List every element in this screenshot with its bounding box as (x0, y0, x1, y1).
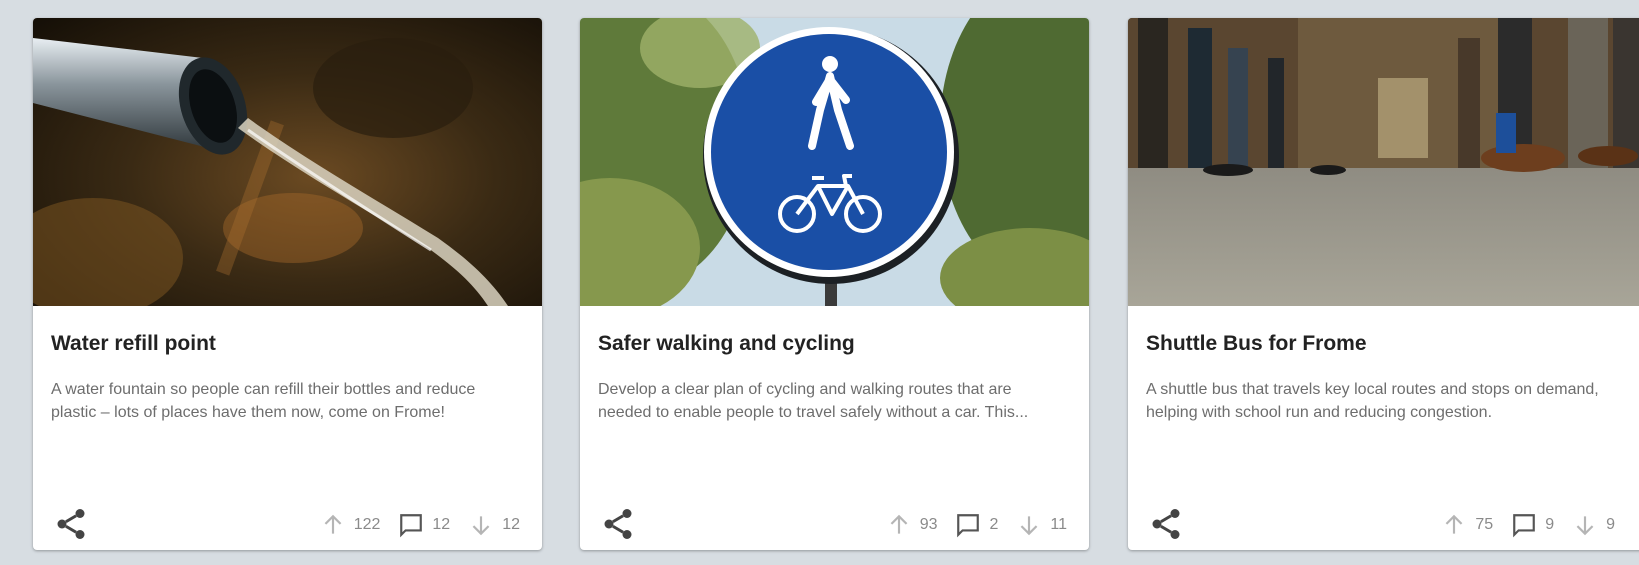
arrow-up-icon[interactable] (886, 512, 912, 538)
card-stats: 93 2 11 (886, 512, 1067, 538)
card-description: Develop a clear plan of cycling and walk… (598, 381, 1029, 421)
card-title[interactable]: Shuttle Bus for Frome (1146, 332, 1630, 356)
idea-card[interactable]: Shuttle Bus for Frome A shuttle bus that… (1128, 18, 1639, 550)
card-description: A water fountain so people can refill th… (51, 381, 476, 421)
share-icon[interactable] (1148, 506, 1184, 542)
card-stats: 75 9 9 (1441, 512, 1615, 538)
comment-icon[interactable] (398, 512, 424, 538)
arrow-up-icon[interactable] (320, 512, 346, 538)
downvote-count: 12 (502, 516, 520, 533)
card-title[interactable]: Safer walking and cycling (598, 332, 1071, 356)
arrow-down-icon[interactable] (468, 512, 494, 538)
comment-count: 2 (989, 516, 999, 533)
comment-count: 12 (432, 516, 451, 533)
card-image-water-fountain[interactable] (33, 18, 542, 306)
idea-card[interactable]: Safer walking and cycling Develop a clea… (580, 18, 1089, 550)
card-image-bus-interior[interactable] (1128, 18, 1639, 306)
card-actions: 122 12 12 (33, 506, 542, 546)
card-stats: 122 12 12 (320, 512, 520, 538)
card-description: A shuttle bus that travels key local rou… (1146, 381, 1599, 421)
card-title[interactable]: Water refill point (51, 332, 524, 356)
card-actions: 93 2 11 (580, 506, 1089, 546)
upvote-count: 93 (919, 516, 938, 533)
share-icon[interactable] (600, 506, 636, 542)
comment-count: 9 (1545, 516, 1555, 533)
idea-card[interactable]: Water refill point A water fountain so p… (33, 18, 542, 550)
comment-icon[interactable] (955, 512, 981, 538)
arrow-down-icon[interactable] (1572, 512, 1598, 538)
arrow-down-icon[interactable] (1016, 512, 1042, 538)
idea-card-grid: Water refill point A water fountain so p… (0, 0, 1639, 565)
upvote-count: 75 (1475, 516, 1494, 533)
comment-icon[interactable] (1511, 512, 1537, 538)
share-icon[interactable] (53, 506, 89, 542)
upvote-count: 122 (353, 516, 381, 533)
card-actions: 75 9 9 (1128, 506, 1639, 546)
downvote-count: 11 (1050, 516, 1067, 533)
arrow-up-icon[interactable] (1441, 512, 1467, 538)
downvote-count: 9 (1606, 516, 1615, 533)
card-image-pedestrian-cycle-sign[interactable] (580, 18, 1089, 306)
